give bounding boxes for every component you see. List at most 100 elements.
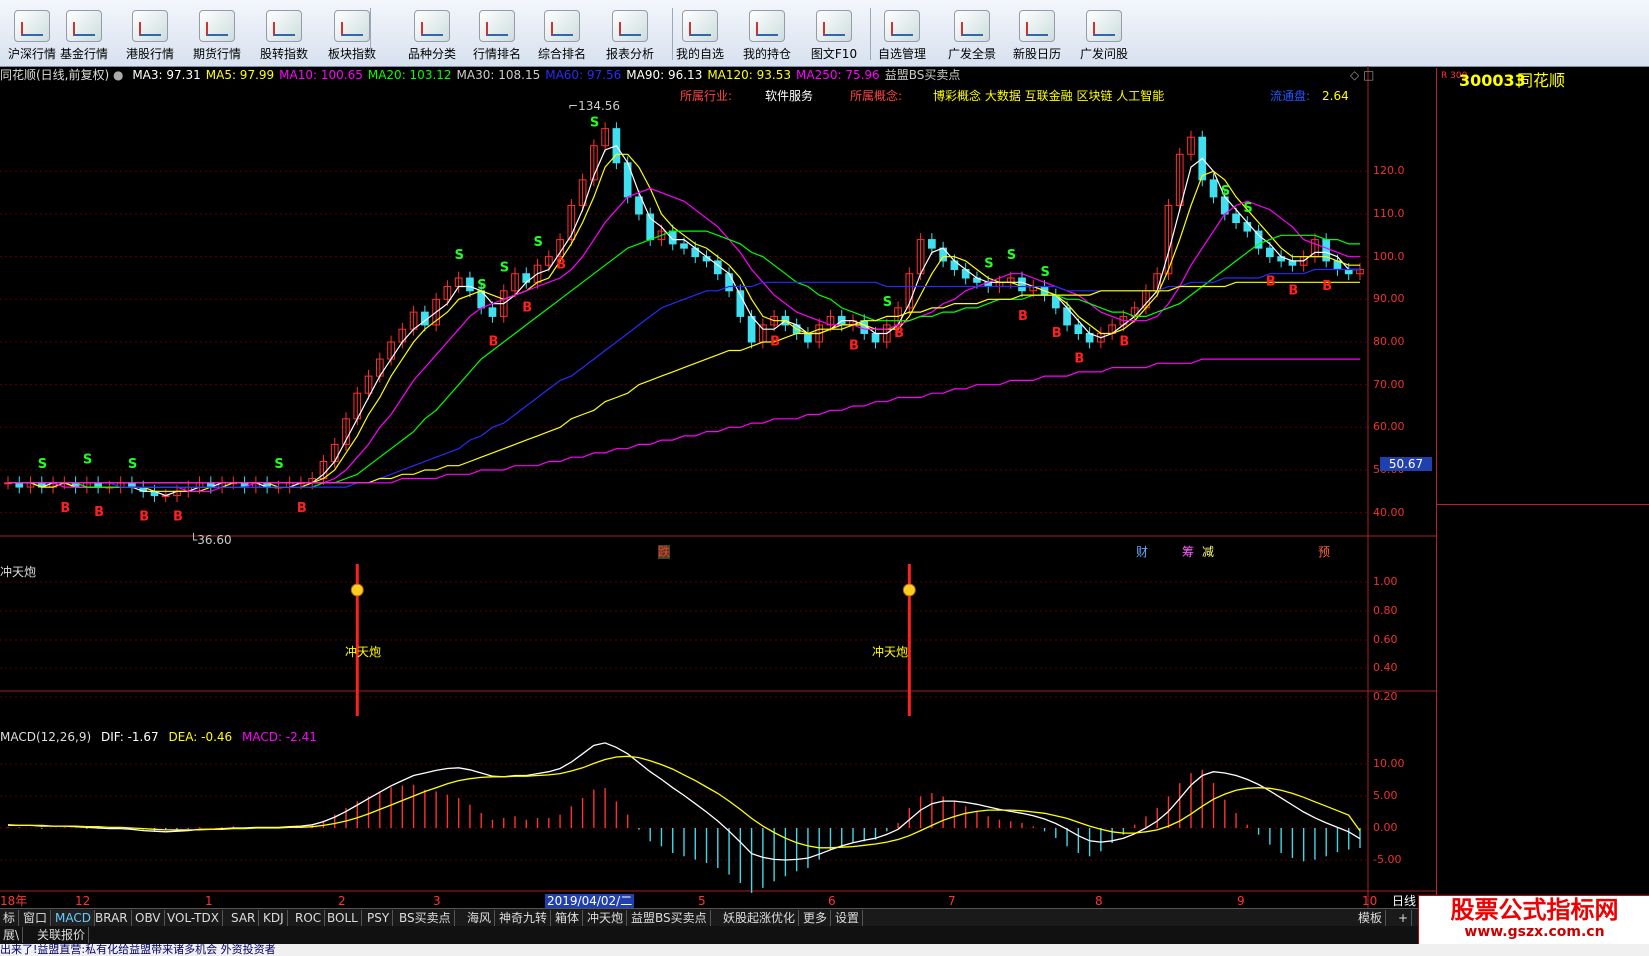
tick-row xyxy=(1437,541,1649,558)
tab-10[interactable]: PSY xyxy=(364,910,394,926)
tab-1[interactable]: 窗口 xyxy=(20,910,52,926)
quote-panel: R 300300033同花顺图文F10 xyxy=(1436,68,1649,912)
price-axis-label: 70.00 xyxy=(1373,377,1405,391)
buy-row[interactable] xyxy=(1437,210,1649,228)
tab-5[interactable]: VOL-TDX xyxy=(164,910,223,926)
tab-18[interactable]: 更多 xyxy=(800,910,832,926)
price-axis-label: 110.0 xyxy=(1373,207,1405,220)
toolbar-label: 报表分析 xyxy=(605,47,654,61)
toolbar-button-15[interactable]: 新股日历 xyxy=(1005,4,1069,64)
toolbar-icon xyxy=(954,10,990,42)
macd-value: MACD: -2.41 xyxy=(242,730,317,744)
buy-row[interactable] xyxy=(1437,265,1649,283)
tab-7[interactable]: KDJ xyxy=(260,910,288,926)
price-axis-label: 60.00 xyxy=(1373,420,1405,434)
tab-4[interactable]: OBV xyxy=(132,910,165,926)
buy-signal: B xyxy=(1052,326,1062,341)
ma-value-3: MA20: 103.12 xyxy=(367,68,452,82)
buy-row[interactable] xyxy=(1437,228,1649,246)
chongtianpao-label-1: 冲天炮 xyxy=(345,645,382,659)
subtab-0[interactable]: 展\ xyxy=(0,927,24,943)
tab-19[interactable]: 设置 xyxy=(832,910,864,926)
sell-row[interactable] xyxy=(1437,151,1649,169)
toolbar-label: 基金行情 xyxy=(59,47,108,61)
bs-signals: SBSBSB BSBSSBSBSBSB BSBSSBSBBBSSBB B xyxy=(38,116,1332,525)
tab-12[interactable]: 海风 xyxy=(464,910,496,926)
tab-right-0[interactable]: 模板 xyxy=(1355,910,1387,926)
event-mark-die[interactable]: 跌 xyxy=(658,545,671,559)
toolbar-button-12[interactable]: 图文F10 xyxy=(802,4,866,64)
toolbar-button-11[interactable]: 我的持仓 xyxy=(735,4,799,64)
buy-row[interactable] xyxy=(1437,247,1649,265)
settings-icon[interactable]: ● xyxy=(113,68,123,82)
sell-signal: S xyxy=(534,235,543,250)
quote-row xyxy=(1437,344,1649,362)
kline-chart-area[interactable]: SBSBSB BSBSSBSBSBSB BSBSSBSBBBSSBB B xyxy=(0,66,1436,908)
news-ticker[interactable]: 出来了!益盟直营:私有化给益盟带来诸多机会 外资投资者 xyxy=(0,944,1649,956)
candle-body xyxy=(928,239,936,249)
toolbar-button-2[interactable]: 港股行情 xyxy=(118,4,182,64)
toolbar-button-13[interactable]: 自选管理 xyxy=(870,4,934,64)
sell-row[interactable] xyxy=(1437,170,1649,188)
toolbar-icon xyxy=(14,10,50,42)
candle-body xyxy=(871,332,880,343)
sell-row[interactable] xyxy=(1437,133,1649,151)
date-axis-label: 18年 xyxy=(0,894,28,908)
tab-17[interactable]: 妖股起涨优化 xyxy=(720,910,800,926)
tick-row xyxy=(1437,748,1649,765)
tab-6[interactable]: SAR xyxy=(228,910,260,926)
event-mark-chou[interactable]: 筹 xyxy=(1182,545,1194,559)
quote-row xyxy=(1437,381,1649,399)
toolbar-button-7[interactable]: 行情排名 xyxy=(465,4,529,64)
tab-2[interactable]: MACD xyxy=(52,910,95,926)
toolbar-button-8[interactable]: 综合排名 xyxy=(530,4,594,64)
sell-signal: S xyxy=(128,457,137,472)
ma-value-7: MA120: 93.53 xyxy=(707,68,792,82)
toolbar-button-10[interactable]: 我的自选 xyxy=(668,4,732,64)
float-label: 流通盘: xyxy=(1270,89,1311,103)
tick-divider xyxy=(1437,504,1649,505)
toolbar-button-16[interactable]: 广发问股 xyxy=(1072,4,1136,64)
candle-body xyxy=(1232,213,1240,224)
sell-row[interactable] xyxy=(1437,188,1649,206)
tab-15[interactable]: 冲天炮 xyxy=(584,910,628,926)
subtab-1[interactable]: 关联报价 xyxy=(34,927,90,943)
event-mark-cai[interactable]: 财 xyxy=(1136,545,1148,559)
toolbar-label: 新股日历 xyxy=(1012,47,1061,61)
tab-0[interactable]: 标 xyxy=(0,910,20,926)
toolbar-label: 广发全景 xyxy=(947,47,996,61)
sell-signal: S xyxy=(883,295,892,310)
ctp-axis-label: 0.80 xyxy=(1373,604,1398,617)
toolbar-button-4[interactable]: 股转指数 xyxy=(252,4,316,64)
tab-16[interactable]: 益盟BS买卖点 xyxy=(628,910,711,926)
tab-right-1[interactable]: + xyxy=(1395,910,1413,926)
tab-3[interactable]: BRAR xyxy=(92,910,132,926)
toolbar-button-9[interactable]: 报表分析 xyxy=(598,4,662,64)
toolbar-button-1[interactable]: 基金行情 xyxy=(52,4,116,64)
toolbar-button-14[interactable]: 广发全景 xyxy=(940,4,1004,64)
event-mark-yu[interactable]: 预 xyxy=(1318,545,1330,559)
tab-9[interactable]: BOLL xyxy=(324,910,362,926)
tab-11[interactable]: BS买卖点 xyxy=(396,910,455,926)
buy-signal: B xyxy=(556,258,566,273)
period-label[interactable]: 日线 xyxy=(1392,894,1416,908)
current-price-tag: 50.67 xyxy=(1380,457,1432,471)
toolbar-button-6[interactable]: 品种分类 xyxy=(400,4,464,64)
low-price-label: └36.60 xyxy=(190,533,232,547)
tick-row xyxy=(1437,645,1649,662)
buy-signal: B xyxy=(770,334,780,349)
event-mark-jian[interactable]: 减 xyxy=(1202,545,1214,559)
window-controls-icon[interactable]: ◇ □ xyxy=(1350,68,1374,82)
buy-signal: B xyxy=(1119,334,1129,349)
tab-8[interactable]: ROC xyxy=(292,910,326,926)
sell-row[interactable] xyxy=(1437,114,1649,132)
ma-line-MA5 xyxy=(8,153,1360,492)
tab-14[interactable]: 箱体 xyxy=(552,910,584,926)
tick-row xyxy=(1437,507,1649,524)
toolbar-button-3[interactable]: 期货行情 xyxy=(185,4,249,64)
macd-axis-label: 5.00 xyxy=(1373,789,1398,802)
toolbar-button-5[interactable]: 板块指数 xyxy=(320,4,384,64)
buy-signal: B xyxy=(1074,352,1084,367)
tab-13[interactable]: 神奇九转 xyxy=(496,910,552,926)
buy-row[interactable] xyxy=(1437,284,1649,302)
